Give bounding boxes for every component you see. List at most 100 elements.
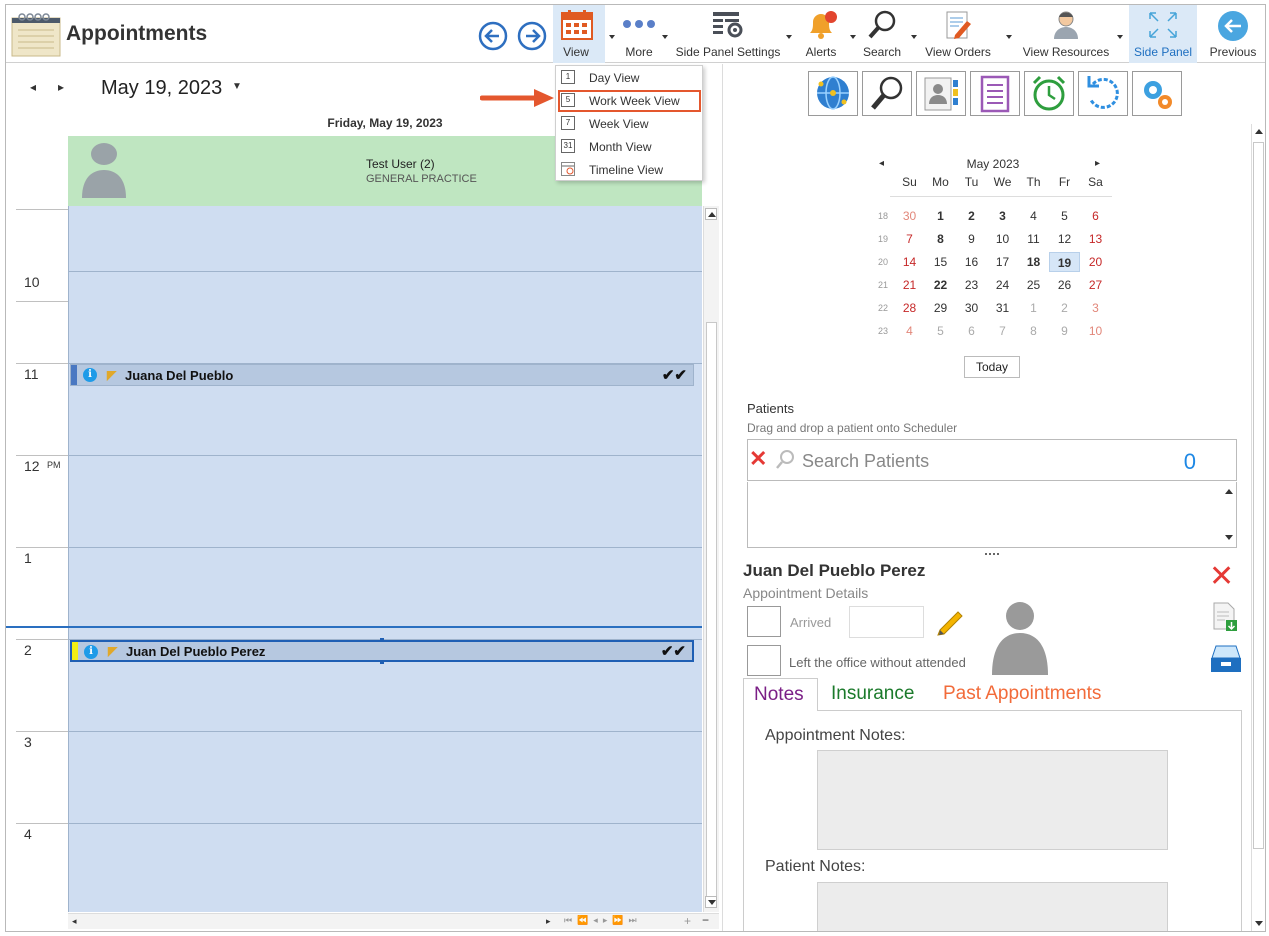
calendar-day[interactable]: 9 (956, 229, 987, 249)
scroll-up-button[interactable] (1253, 126, 1265, 138)
chevron-down-icon[interactable] (609, 35, 615, 39)
calendar-month-label[interactable]: May 2023 (893, 157, 1093, 171)
calendar-day[interactable]: 26 (1049, 275, 1080, 295)
calendar-day[interactable]: 12 (1049, 229, 1080, 249)
calendar-day[interactable]: 30 (894, 206, 925, 226)
calendar-day[interactable]: 10 (987, 229, 1018, 249)
appointment-selected[interactable]: i ◤ Juan Del Pueblo Perez ✔✔ (70, 638, 694, 664)
menu-item-timeline-view[interactable]: Timeline View (558, 159, 701, 181)
calendar-day[interactable]: 4 (894, 321, 925, 341)
calendar-day[interactable]: 31 (987, 298, 1018, 318)
patient-search-box[interactable]: ✕ Search Patients 0 (747, 439, 1237, 481)
calendar-day[interactable]: 25 (1018, 275, 1049, 295)
scheduler-horizontal-scrollbar[interactable]: ◂ ▸ ⏮⏪◂▸⏩⏭ + − (68, 913, 719, 929)
search-button[interactable]: Search (859, 5, 917, 63)
scroll-left-icon[interactable]: ◂ (72, 916, 77, 927)
arrived-checkbox[interactable] (747, 606, 781, 637)
prev-day-icon[interactable]: ◂ (30, 80, 36, 94)
calendar-day[interactable]: 8 (925, 229, 956, 249)
back-arrow-icon[interactable] (478, 21, 508, 51)
resize-handle[interactable] (380, 660, 384, 664)
schedule-area[interactable] (68, 206, 702, 912)
calendar-day[interactable]: 6 (1080, 206, 1111, 226)
chevron-down-icon[interactable] (1006, 35, 1012, 39)
gears-icon[interactable] (1132, 71, 1182, 116)
navigation-buttons[interactable]: ⏮⏪◂▸⏩⏭ (564, 915, 642, 926)
menu-item-work-week-view[interactable]: 5 Work Week View (558, 90, 701, 112)
archive-tray-icon[interactable] (1210, 644, 1242, 674)
calendar-day[interactable]: 23 (956, 275, 987, 295)
view-button[interactable]: View (553, 5, 615, 63)
date-dropdown-icon[interactable]: ▼ (232, 81, 242, 92)
clear-search-icon[interactable]: ✕ (749, 446, 767, 472)
view-orders-button[interactable]: View Orders (922, 5, 1012, 63)
scroll-down-button[interactable] (705, 896, 717, 908)
clipboard-list-icon[interactable] (970, 71, 1020, 116)
chevron-down-icon[interactable] (850, 35, 856, 39)
document-download-icon[interactable] (1211, 602, 1239, 632)
calendar-day[interactable]: 7 (894, 229, 925, 249)
menu-item-week-view[interactable]: 7 Week View (558, 113, 701, 135)
alarm-clock-icon[interactable] (1024, 71, 1074, 116)
chevron-down-icon[interactable] (911, 35, 917, 39)
calendar-day[interactable]: 9 (1049, 321, 1080, 341)
cal-prev-icon[interactable]: ◂ (879, 158, 884, 169)
magnifier-icon[interactable] (862, 71, 912, 116)
calendar-day[interactable]: 5 (1049, 206, 1080, 226)
delete-appointment-icon[interactable]: ✕ (1209, 562, 1234, 592)
calendar-day[interactable]: 28 (894, 298, 925, 318)
calendar-day[interactable]: 30 (956, 298, 987, 318)
calendar-day[interactable]: 3 (1080, 298, 1111, 318)
zoom-out-icon[interactable]: − (702, 913, 709, 927)
calendar-day[interactable]: 1 (1018, 298, 1049, 318)
globe-network-icon[interactable] (808, 71, 858, 116)
calendar-day[interactable]: 16 (956, 252, 987, 272)
calendar-day[interactable]: 17 (987, 252, 1018, 272)
chevron-down-icon[interactable] (662, 35, 668, 39)
calendar-day[interactable]: 1 (925, 206, 956, 226)
previous-button[interactable]: Previous (1206, 5, 1260, 63)
chevron-down-icon[interactable] (1117, 35, 1123, 39)
calendar-day[interactable]: 20 (1080, 252, 1111, 272)
refresh-icon[interactable] (1078, 71, 1128, 116)
calendar-day[interactable]: 11 (1018, 229, 1049, 249)
calendar-day[interactable]: 3 (987, 206, 1018, 226)
forward-arrow-icon[interactable] (517, 21, 547, 51)
today-button[interactable]: Today (964, 356, 1020, 378)
alerts-button[interactable]: Alerts (800, 5, 856, 63)
menu-item-month-view[interactable]: 31 Month View (558, 136, 701, 158)
scroll-thumb[interactable] (706, 322, 717, 898)
arrived-time-field[interactable] (849, 606, 924, 638)
date-label[interactable]: May 19, 2023 (101, 77, 222, 100)
info-icon[interactable]: i (83, 368, 97, 382)
appointment[interactable]: i ◤ Juana Del Pueblo ✔✔ (70, 364, 694, 386)
side-panel-button[interactable]: Side Panel (1129, 5, 1197, 63)
scroll-down-button[interactable] (1222, 530, 1236, 544)
patient-notes-field[interactable] (817, 882, 1168, 931)
search-patients-input[interactable]: Search Patients (802, 451, 929, 472)
menu-item-day-view[interactable]: 1 Day View (558, 67, 701, 89)
calendar-day[interactable]: 2 (956, 206, 987, 226)
calendar-day[interactable]: 29 (925, 298, 956, 318)
calendar-day[interactable]: 8 (1018, 321, 1049, 341)
calendar-day[interactable]: 27 (1080, 275, 1111, 295)
calendar-day[interactable]: 24 (987, 275, 1018, 295)
appointment-notes-field[interactable] (817, 750, 1168, 850)
left-office-checkbox[interactable] (747, 645, 781, 676)
calendar-day[interactable]: 4 (1018, 206, 1049, 226)
patient-list[interactable] (747, 482, 1237, 548)
scroll-thumb[interactable] (1253, 142, 1264, 849)
calendar-day[interactable]: 5 (925, 321, 956, 341)
tab-notes[interactable]: Notes (743, 678, 818, 711)
calendar-day[interactable]: 6 (956, 321, 987, 341)
calendar-day[interactable]: 2 (1049, 298, 1080, 318)
splitter-grip[interactable] (985, 553, 999, 555)
calendar-day[interactable]: 10 (1080, 321, 1111, 341)
pencil-icon[interactable] (934, 604, 966, 636)
scroll-up-button[interactable] (1222, 484, 1236, 498)
calendar-day[interactable]: 21 (894, 275, 925, 295)
scroll-up-button[interactable] (705, 208, 717, 220)
calendar-day[interactable]: 22 (925, 275, 956, 295)
tab-past-appointments[interactable]: Past Appointments (943, 683, 1101, 705)
side-panel-settings-button[interactable]: Side Panel Settings (674, 5, 792, 63)
